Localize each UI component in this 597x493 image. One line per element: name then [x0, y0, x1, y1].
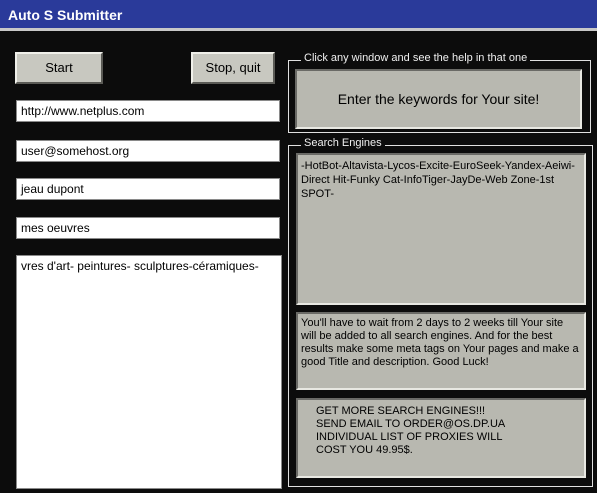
help-group: Click any window and see the help in tha…: [288, 52, 591, 133]
search-engines-list[interactable]: -HotBot-Altavista-Lycos-Excite-EuroSeek-…: [296, 153, 586, 305]
help-group-legend: Click any window and see the help in tha…: [301, 52, 531, 64]
keywords-textarea[interactable]: vres d'art- peintures- sculptures-cérami…: [16, 255, 282, 489]
name-field[interactable]: jeau dupont: [16, 178, 280, 200]
window-title: Auto S Submitter: [8, 7, 123, 23]
search-engines-legend: Search Engines: [301, 137, 385, 149]
url-field[interactable]: http://www.netplus.com: [16, 100, 280, 122]
app-window: Auto S Submitter Start Stop, quit http:/…: [0, 0, 597, 493]
more-engines-panel[interactable]: GET MORE SEARCH ENGINES!!! SEND EMAIL TO…: [296, 398, 586, 478]
wait-info-panel[interactable]: You'll have to wait from 2 days to 2 wee…: [296, 312, 586, 390]
title-bar: Auto S Submitter: [0, 0, 597, 31]
search-engines-group: Search Engines -HotBot-Altavista-Lycos-E…: [288, 137, 593, 487]
stop-quit-button[interactable]: Stop, quit: [191, 52, 275, 84]
help-message-panel[interactable]: Enter the keywords for Your site!: [295, 69, 582, 129]
site-title-field[interactable]: mes oeuvres: [16, 217, 280, 239]
email-field[interactable]: user@somehost.org: [16, 140, 280, 162]
start-button[interactable]: Start: [15, 52, 103, 84]
